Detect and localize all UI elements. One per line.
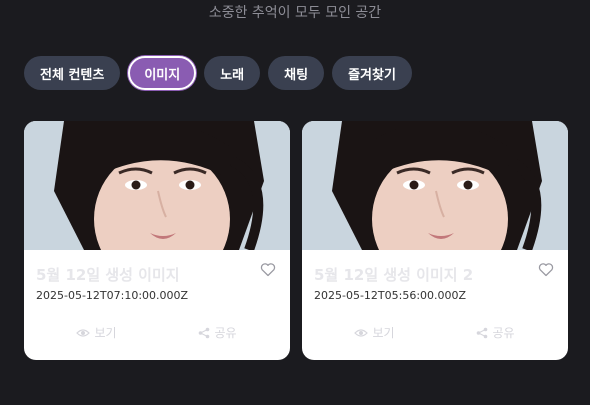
page-subtitle: 소중한 추억이 모두 모인 공간 [208, 5, 382, 21]
share-button[interactable]: 공유 [157, 324, 278, 341]
tab-favorites[interactable]: 즐겨찾기 [332, 56, 412, 90]
share-label: 공유 [492, 326, 515, 340]
card-thumbnail[interactable] [24, 121, 290, 250]
card-title: 5월 12일 생성 이미지 2 [314, 266, 474, 284]
view-label: 보기 [94, 326, 117, 340]
card-date: 2025-05-12T07:10:00.000Z [36, 289, 189, 302]
eye-icon [76, 328, 91, 337]
tab-songs[interactable]: 노래 [204, 56, 261, 90]
content-card[interactable]: 5월 12일 생성 이미지 2025-05-12T07:10:00.000Z 보… [24, 121, 290, 360]
content-grid: 5월 12일 생성 이미지 2025-05-12T07:10:00.000Z 보… [24, 121, 568, 360]
share-button[interactable]: 공유 [435, 324, 556, 341]
tab-chats[interactable]: 채팅 [268, 56, 325, 90]
card-actions: 보기 공유 [36, 324, 278, 341]
heart-outline-icon[interactable] [260, 262, 276, 277]
portrait-image [24, 121, 290, 250]
share-icon [199, 327, 210, 338]
category-tabs: 전체 컨텐츠 이미지 노래 채팅 즐겨찾기 [24, 56, 412, 90]
tab-all-contents[interactable]: 전체 컨텐츠 [24, 56, 121, 90]
share-icon [477, 327, 488, 338]
share-label: 공유 [214, 326, 237, 340]
card-actions: 보기 공유 [314, 324, 556, 341]
view-button[interactable]: 보기 [314, 324, 435, 341]
eye-icon [354, 328, 369, 337]
tab-images[interactable]: 이미지 [128, 56, 197, 90]
card-thumbnail[interactable] [302, 121, 568, 250]
card-title: 5월 12일 생성 이미지 [36, 266, 180, 284]
view-button[interactable]: 보기 [36, 324, 157, 341]
heart-outline-icon[interactable] [538, 262, 554, 277]
portrait-image [302, 121, 568, 250]
content-card[interactable]: 5월 12일 생성 이미지 2 2025-05-12T05:56:00.000Z… [302, 121, 568, 360]
view-label: 보기 [372, 326, 395, 340]
card-date: 2025-05-12T05:56:00.000Z [314, 289, 467, 302]
